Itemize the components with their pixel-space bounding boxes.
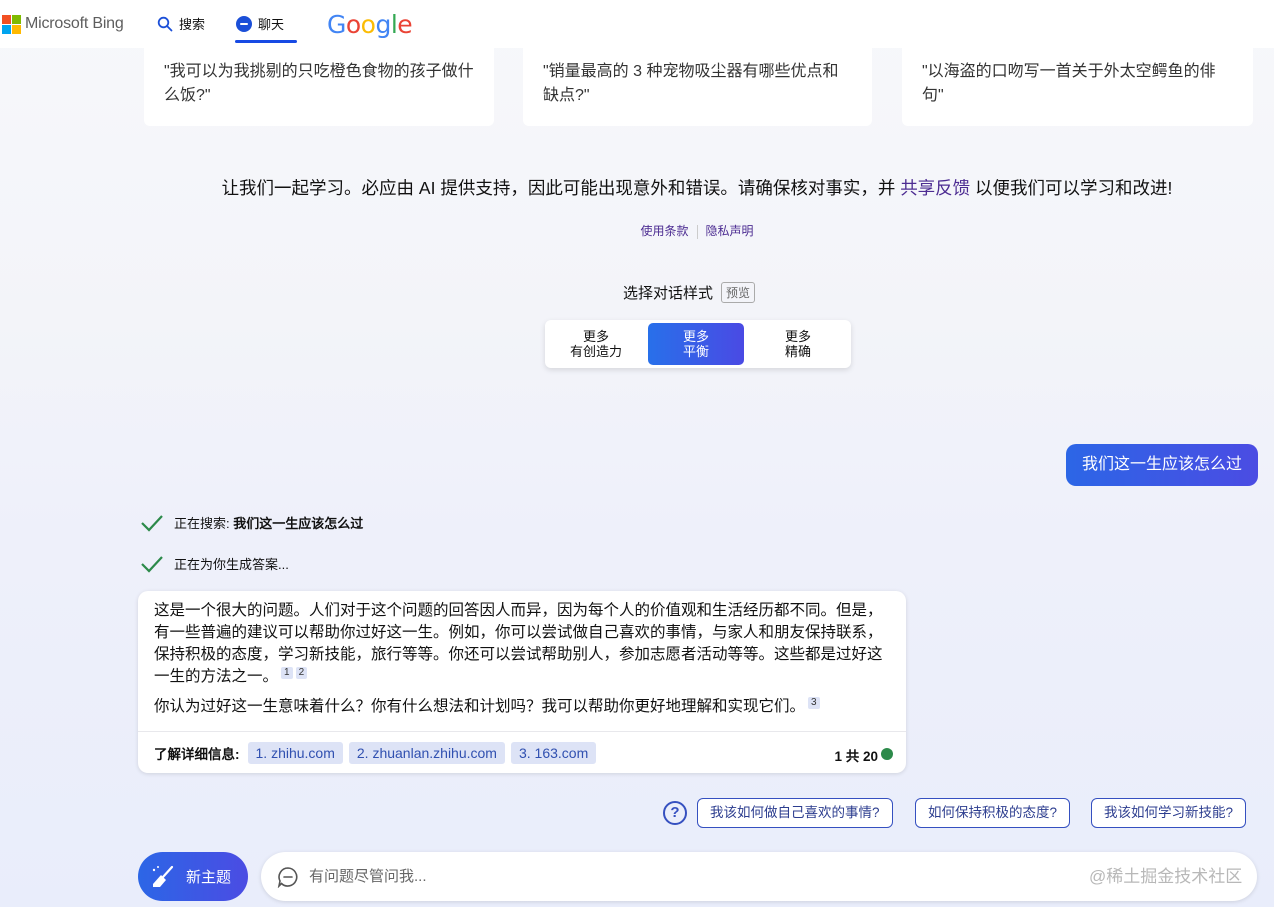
tone-line1: 更多: [784, 329, 811, 344]
source-link[interactable]: 1. zhihu.com: [247, 741, 343, 764]
tone-line2: 精确: [784, 344, 811, 359]
progress-search-prefix: 正在搜索:: [174, 516, 234, 531]
tone-title: 选择对话样式 预览: [623, 282, 756, 303]
question-icon: ?: [663, 801, 687, 825]
tone-line1: 更多: [582, 329, 609, 344]
watermark: @稀土掘金技术社区: [1089, 867, 1243, 886]
bot-answer-card: 这是一个很大的问题。人们对于这个问题的回答因人而异，因为每个人的价值观和生活经历…: [138, 591, 906, 773]
answer-paragraph-2: 你认为过好这一生意味着什么？你有什么想法和计划吗？我可以帮助你更好地理解和实现它…: [154, 698, 806, 715]
disclaimer-after: 以便我们可以学习和改进!: [970, 178, 1173, 198]
suggestion-chip[interactable]: 我该如何学习新技能?: [1091, 798, 1247, 828]
microsoft-logo-icon: [2, 15, 21, 34]
bing-logo[interactable]: Microsoft Bing: [2, 15, 124, 34]
new-topic-label: 新主题: [186, 869, 232, 886]
answer-paragraph: 这是一个很大的问题。人们对于这个问题的回答因人而异，因为每个人的价值观和生活经历…: [154, 600, 890, 688]
tone-line1: 更多: [682, 329, 709, 344]
citation-badge[interactable]: 3: [808, 696, 820, 709]
suggestion-chip[interactable]: 我该如何做自己喜欢的事情?: [697, 798, 893, 828]
nav-tab-chat[interactable]: 聊天: [236, 14, 284, 33]
nav-tab-search-label: 搜索: [179, 17, 206, 32]
progress-generating: 正在为你生成答案...: [140, 554, 289, 573]
terms-link[interactable]: 使用条款: [632, 224, 696, 238]
share-feedback-link[interactable]: 共享反馈: [900, 178, 970, 198]
nav-tab-chat-label: 聊天: [258, 17, 285, 32]
example-card[interactable]: "我可以为我挑剔的只吃橙色食物的孩子做什么饭?": [144, 48, 494, 126]
status-dot-icon: [881, 748, 893, 760]
tone-line2: 有创造力: [569, 344, 622, 359]
brand-name: Microsoft Bing: [25, 15, 124, 32]
tone-creative-button[interactable]: 更多 有创造力: [548, 323, 644, 365]
google-logo[interactable]: Google: [327, 10, 413, 39]
tone-title-label: 选择对话样式: [623, 285, 714, 302]
search-icon: [157, 16, 173, 31]
chat-icon: [236, 15, 252, 32]
disclaimer-before: 让我们一起学习。必应由 AI 提供支持，因此可能出现意外和错误。请确保核对事实，…: [221, 178, 901, 198]
answer-paragraph-1: 这是一个很大的问题。人们对于这个问题的回答因人而异，因为每个人的价值观和生活经历…: [154, 602, 883, 685]
source-link[interactable]: 3. 163.com: [510, 741, 597, 764]
chat-bubble-icon: [277, 866, 298, 888]
example-card[interactable]: "以海盗的口吻写一首关于外太空鳄鱼的俳句": [902, 48, 1253, 126]
answer-paragraph: 你认为过好这一生意味着什么？你有什么想法和计划吗？我可以帮助你更好地理解和实现它…: [154, 696, 890, 718]
top-header: Microsoft Bing 搜索 聊天 Google: [0, 0, 1274, 48]
user-message-bubble: 我们这一生应该怎么过: [1066, 444, 1259, 486]
example-prompts: "我可以为我挑剔的只吃橙色食物的孩子做什么饭?" "销量最高的 3 种宠物吸尘器…: [144, 48, 1254, 126]
new-topic-button[interactable]: 新主题: [138, 852, 248, 901]
check-icon: [141, 514, 163, 532]
source-link[interactable]: 2. zhuanlan.zhihu.com: [348, 741, 505, 764]
legal-links: 使用条款 隐私声明: [0, 222, 1274, 239]
tone-precise-button[interactable]: 更多 精确: [750, 323, 846, 365]
learn-more-label: 了解详细信息:: [154, 746, 240, 762]
progress-generating-label: 正在为你生成答案...: [174, 557, 289, 572]
tone-balanced-button[interactable]: 更多 平衡: [648, 323, 744, 365]
broom-icon: [152, 865, 174, 887]
preview-badge: 预览: [721, 282, 756, 303]
answer-footer: 了解详细信息: 1. zhihu.com 2. zhuanlan.zhihu.c…: [138, 731, 906, 773]
example-card[interactable]: "销量最高的 3 种宠物吸尘器有哪些优点和缺点?": [523, 48, 872, 126]
turn-counter: 1 共 20: [834, 749, 878, 764]
check-icon: [141, 555, 163, 573]
tone-selector: 更多 有创造力 更多 平衡 更多 精确: [545, 320, 851, 368]
privacy-link[interactable]: 隐私声明: [698, 224, 762, 238]
citation-badge[interactable]: 2: [295, 666, 308, 679]
active-tab-indicator: [235, 40, 297, 43]
progress-searching: 正在搜索: 我们这一生应该怎么过: [140, 513, 363, 532]
nav-tab-search[interactable]: 搜索: [157, 14, 205, 33]
citation-badge[interactable]: 1: [281, 666, 293, 679]
chat-input[interactable]: [309, 868, 1009, 885]
tone-line2: 平衡: [682, 344, 709, 359]
progress-search-query: 我们这一生应该怎么过: [233, 516, 364, 531]
suggestion-chip[interactable]: 如何保持积极的态度?: [915, 798, 1071, 828]
disclaimer-text: 让我们一起学习。必应由 AI 提供支持，因此可能出现意外和错误。请确保核对事实，…: [0, 175, 1274, 200]
